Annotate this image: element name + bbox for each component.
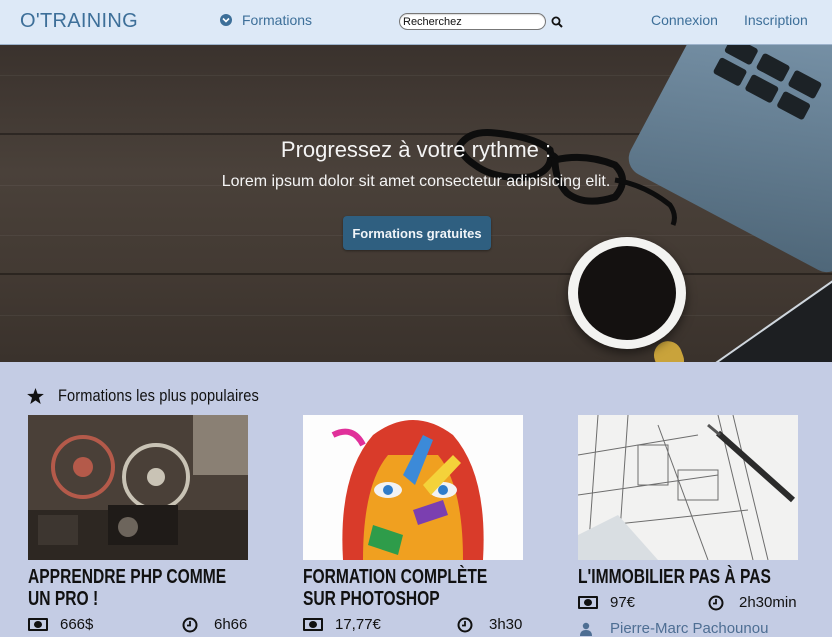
- hero-banner: Progressez à votre rythme : Lorem ipsum …: [0, 45, 832, 362]
- formations-label: Formations: [242, 12, 313, 28]
- money-icon: [303, 618, 323, 631]
- search-icon[interactable]: [550, 15, 564, 29]
- section-title: Formations les plus populaires: [58, 386, 259, 405]
- course-meta: 97€ 2h30min: [578, 594, 798, 612]
- money-icon: [28, 618, 48, 631]
- money-icon: [578, 596, 598, 609]
- course-title[interactable]: Formation complète sur Photoshop: [303, 566, 523, 610]
- login-link[interactable]: Connexion: [651, 12, 718, 28]
- hero-title: Progressez à votre rythme :: [280, 137, 552, 162]
- chevron-down-icon: [220, 14, 232, 26]
- course-duration: 2h30min: [739, 594, 797, 611]
- hero-subtitle: Lorem ipsum dolor sit amet consectetur a…: [221, 173, 611, 190]
- top-navbar: O'TRAINING Formations Connexion Inscript…: [0, 0, 832, 45]
- course-title[interactable]: Apprendre PHP comme un pro !: [28, 566, 248, 610]
- course-author-name[interactable]: Pierre-Marc Pachounou: [610, 620, 768, 637]
- clock-icon: [457, 617, 473, 633]
- search-input[interactable]: [399, 13, 546, 30]
- clock-icon: [708, 595, 724, 611]
- course-price: 17,77€: [335, 616, 381, 633]
- course-duration: 6h66: [214, 616, 248, 633]
- course-thumbnail[interactable]: [578, 415, 798, 560]
- course-thumbnail[interactable]: [28, 415, 248, 560]
- course-meta: 17,77€ 3h30: [303, 616, 523, 634]
- formations-dropdown[interactable]: Formations: [220, 12, 312, 28]
- popular-section-header: Formations les plus populaires: [27, 386, 292, 406]
- course-thumbnail[interactable]: [303, 415, 523, 560]
- clock-icon: [182, 617, 198, 633]
- star-icon: [27, 388, 44, 404]
- course-price: 666$: [60, 616, 94, 633]
- signup-link[interactable]: Inscription: [744, 12, 808, 28]
- coffee-cup-image: [568, 237, 686, 349]
- search-bar: [399, 13, 564, 30]
- course-card[interactable]: Formation complète sur Photoshop 17,77€ …: [303, 415, 523, 633]
- course-card[interactable]: Apprendre PHP comme un pro ! 666$ 6h66: [28, 415, 248, 633]
- tablet-image: [712, 270, 832, 362]
- user-icon: [580, 622, 592, 636]
- brand-logo[interactable]: O'TRAINING: [20, 10, 138, 33]
- course-card[interactable]: L'immobilier pas à pas 97€ 2h30min Pierr…: [578, 415, 798, 637]
- wood-plank-line: [0, 273, 832, 275]
- free-courses-button[interactable]: Formations gratuites: [343, 216, 491, 250]
- course-price: 97€: [610, 594, 636, 611]
- wood-grain: [0, 315, 832, 316]
- course-duration: 3h30: [489, 616, 523, 633]
- course-title[interactable]: L'immobilier pas à pas: [578, 566, 798, 588]
- course-meta: 666$ 6h66: [28, 616, 248, 634]
